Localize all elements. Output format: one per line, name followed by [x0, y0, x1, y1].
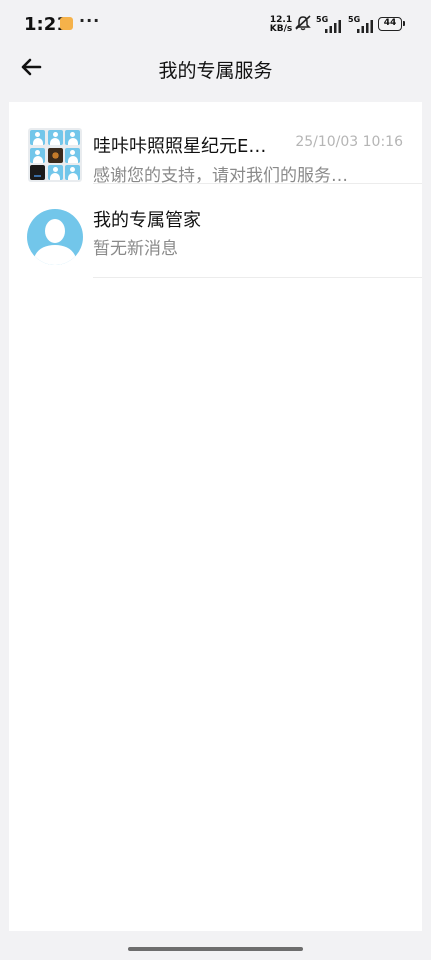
- conversation-preview: 暂无新消息: [93, 239, 178, 259]
- conversation-time: 25/10/03 10:16: [295, 134, 403, 150]
- battery-icon: 44: [378, 17, 405, 31]
- signal-icon: [325, 18, 341, 37]
- divider: [93, 183, 422, 184]
- divider: [93, 277, 422, 278]
- conversation-list: 哇咔咔照照星纪元E… 25/10/03 10:16 感谢您的支持，请对我们的服务…: [9, 102, 422, 931]
- group-avatar: [28, 128, 82, 182]
- conversation-item-butler[interactable]: 我的专属管家 暂无新消息: [9, 196, 422, 278]
- mute-icon: [294, 15, 312, 35]
- header: 我的专属服务: [0, 46, 431, 92]
- battery-level: 44: [383, 18, 397, 28]
- default-avatar-icon: [27, 209, 83, 265]
- member-avatar-icon: [65, 147, 80, 163]
- conversation-title: 我的专属管家: [93, 210, 201, 231]
- more-notifications-icon: ···: [79, 11, 101, 30]
- conversation-title: 哇咔咔照照星纪元E…: [93, 136, 267, 157]
- status-bar: 1:21 ··· 12.1 KB/s 5G 5G 44: [0, 0, 431, 46]
- member-avatar-icon: [30, 147, 45, 163]
- app-notification-icon: [60, 17, 73, 30]
- signal-icon-2: [357, 18, 373, 37]
- member-avatar-icon: [65, 130, 80, 145]
- member-avatar-icon: [47, 165, 63, 180]
- member-avatar-icon: [47, 130, 63, 145]
- network-speed: 12.1 KB/s: [268, 16, 294, 34]
- conversation-item-group[interactable]: 哇咔咔照照星纪元E… 25/10/03 10:16 感谢您的支持，请对我们的服务…: [9, 102, 422, 186]
- home-indicator[interactable]: [128, 947, 303, 951]
- member-avatar-icon: [65, 165, 80, 180]
- member-photo-avatar: [47, 147, 63, 163]
- network-speed-unit: KB/s: [269, 24, 293, 34]
- member-avatar-icon: [30, 130, 45, 145]
- page: 1:21 ··· 12.1 KB/s 5G 5G 44 我的专属服务 哇咔咔照照…: [0, 0, 431, 960]
- member-photo-avatar: [30, 165, 45, 180]
- page-title: 我的专属服务: [158, 60, 273, 82]
